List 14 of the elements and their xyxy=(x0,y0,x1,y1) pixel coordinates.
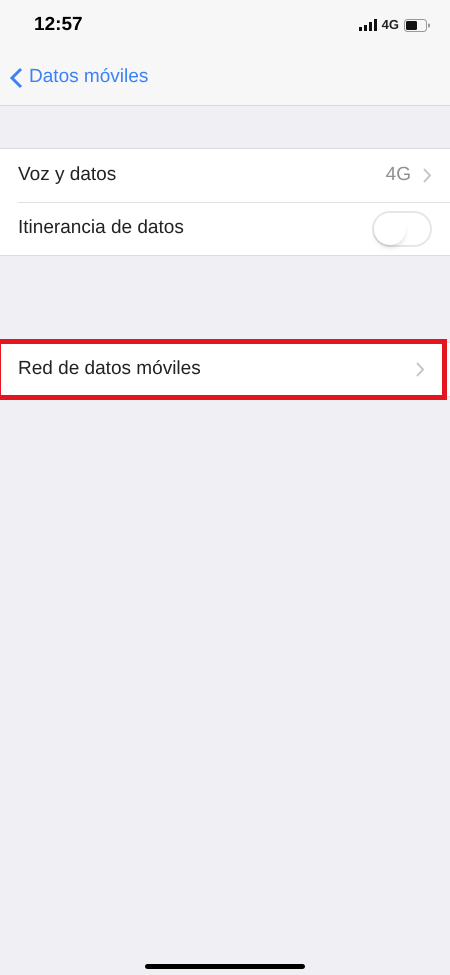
row-label: Itinerancia de datos xyxy=(18,216,184,240)
row-label: Voz y datos xyxy=(18,163,116,188)
battery-icon xyxy=(404,18,430,32)
network-type: 4G xyxy=(382,16,399,34)
row-value: 4G xyxy=(386,163,411,188)
toggle-switch[interactable] xyxy=(372,210,432,246)
settings-row[interactable]: Itinerancia de datos xyxy=(0,202,450,255)
back-chevron-icon xyxy=(10,66,23,88)
settings-row[interactable]: Voz y datos 4G xyxy=(0,149,450,202)
signal-icon xyxy=(358,19,377,31)
chevron-icon xyxy=(423,168,432,183)
status-time: 12:57 xyxy=(34,12,83,37)
row-label: Red de datos móviles xyxy=(18,357,201,382)
chevron-icon xyxy=(416,362,425,377)
